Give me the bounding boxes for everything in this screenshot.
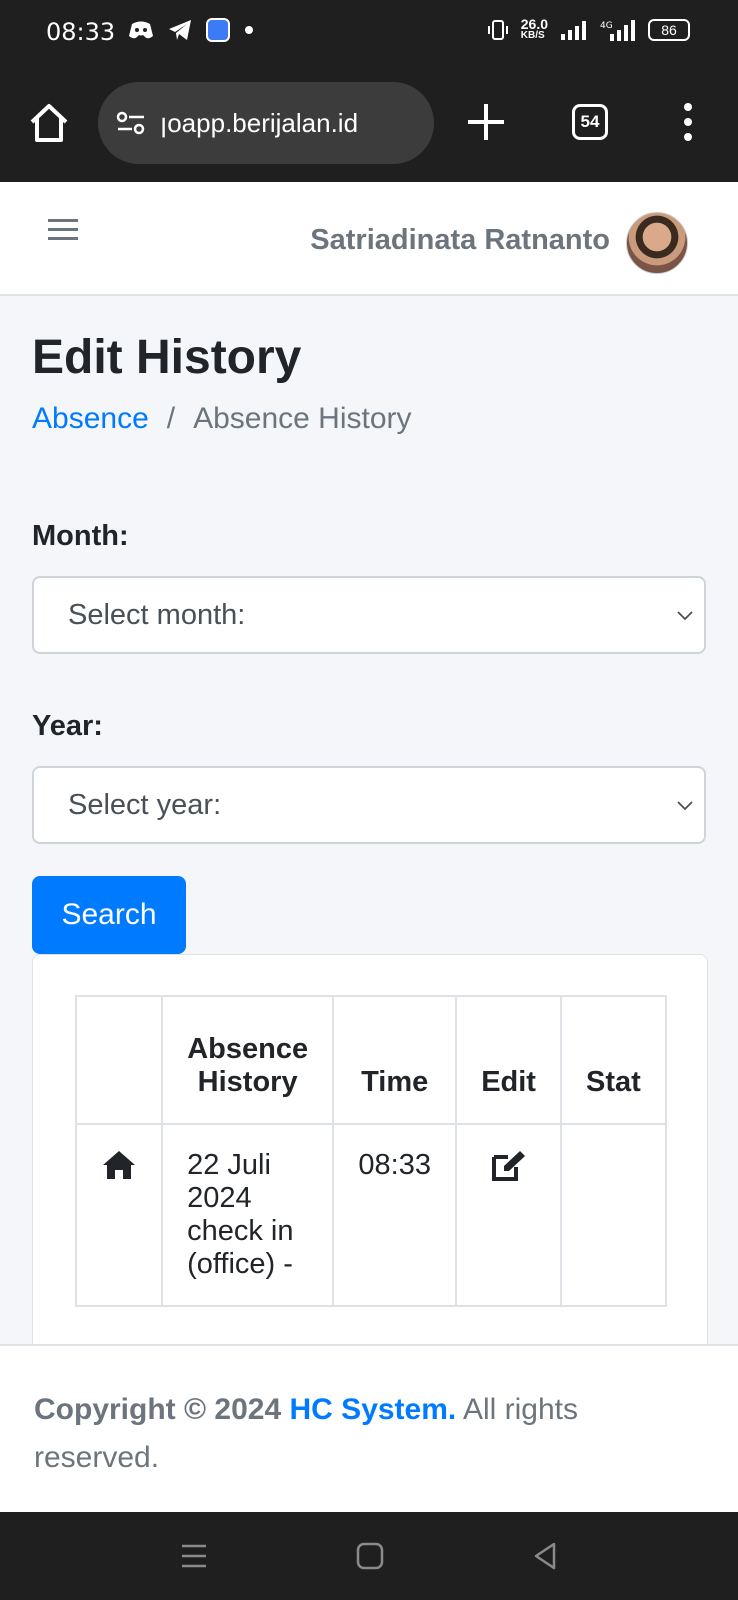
- hamburger-menu-icon[interactable]: [48, 218, 78, 242]
- year-select[interactable]: Select year:: [32, 766, 706, 844]
- row-time-cell: 08:33: [332, 1123, 458, 1307]
- recent-apps-icon[interactable]: [178, 1540, 210, 1572]
- back-icon[interactable]: [530, 1540, 562, 1572]
- browser-toolbar: ꞁoapp.berijalan.id 54: [0, 66, 738, 182]
- system-nav-bar: [0, 1512, 738, 1600]
- tabs-button[interactable]: 54: [572, 104, 608, 140]
- year-select-value: Select year:: [68, 789, 222, 821]
- home-icon: [103, 1151, 136, 1179]
- month-label: Month:: [32, 520, 129, 552]
- more-vert-icon[interactable]: [682, 102, 694, 142]
- breadcrumb: Absence / Absence History: [32, 402, 412, 436]
- app-notification-icon: [206, 18, 230, 42]
- battery-icon: 86: [648, 19, 690, 41]
- url-text[interactable]: ꞁoapp.berijalan.id: [160, 108, 358, 139]
- footer: Copyright © 2024 HC System. All rights r…: [0, 1344, 738, 1512]
- system-icons: 26.0 KB/S 4G 86: [487, 16, 690, 42]
- dot-icon: [245, 26, 253, 34]
- column-header-edit: Edit: [455, 995, 562, 1125]
- notification-icons: [128, 18, 254, 42]
- app-header: Satriadinata Ratnanto: [0, 182, 738, 296]
- vibrate-icon: [487, 20, 508, 40]
- edit-icon[interactable]: [490, 1149, 528, 1183]
- address-bar[interactable]: ꞁoapp.berijalan.id: [98, 82, 434, 164]
- net-speed: 26.0 KB/S: [520, 16, 548, 42]
- table-row: 22 Juli 2024 check in (office) - 08:33: [75, 1123, 667, 1307]
- site-settings-icon[interactable]: [116, 111, 146, 135]
- row-type-cell: [75, 1123, 164, 1307]
- status-bar: 08:33 26.0 KB/S 4G 86: [0, 0, 738, 66]
- discord-icon: [129, 21, 153, 39]
- history-card: Absence History Time Edit Stat 22 Juli 2…: [32, 954, 708, 1354]
- chevron-down-icon: [677, 801, 693, 811]
- avatar[interactable]: [626, 212, 688, 274]
- column-header-history: Absence History: [161, 995, 335, 1125]
- footer-brand-link[interactable]: HC System.: [290, 1393, 457, 1426]
- column-header-time: Time: [332, 995, 458, 1125]
- telegram-icon: [169, 20, 191, 40]
- page-title: Edit History: [32, 331, 302, 384]
- year-label: Year:: [32, 710, 103, 742]
- column-header-status: Stat: [559, 995, 667, 1125]
- chevron-down-icon: [677, 611, 693, 621]
- history-table: Absence History Time Edit Stat 22 Juli 2…: [75, 995, 667, 1307]
- breadcrumb-separator: /: [166, 402, 176, 435]
- status-time: 08:33: [46, 18, 116, 46]
- breadcrumb-current: Absence History: [193, 402, 412, 435]
- signal-4g-icon: 4G: [600, 20, 635, 41]
- row-status-cell: [559, 1123, 667, 1307]
- column-header-icon: [75, 995, 164, 1125]
- home-nav-icon[interactable]: [354, 1540, 386, 1572]
- user-name[interactable]: Satriadinata Ratnanto: [310, 224, 610, 257]
- net-speed-unit: KB/S: [520, 30, 545, 41]
- row-history-cell: 22 Juli 2024 check in (office) -: [161, 1123, 335, 1307]
- breadcrumb-link-absence[interactable]: Absence: [32, 402, 149, 436]
- row-edit-cell[interactable]: [455, 1123, 562, 1307]
- footer-copyright: Copyright © 2024: [34, 1393, 282, 1426]
- signal-icon: [561, 21, 586, 40]
- month-select[interactable]: Select month:: [32, 576, 706, 654]
- search-button[interactable]: Search: [32, 876, 186, 954]
- svg-text:4G: 4G: [600, 21, 613, 31]
- table-header-row: Absence History Time Edit Stat: [75, 995, 667, 1125]
- plus-icon[interactable]: [464, 100, 508, 144]
- table-scroll-container[interactable]: Absence History Time Edit Stat 22 Juli 2…: [75, 995, 667, 1353]
- month-select-value: Select month:: [68, 599, 246, 631]
- home-icon[interactable]: [28, 102, 70, 144]
- net-speed-value: 26.0: [520, 16, 548, 32]
